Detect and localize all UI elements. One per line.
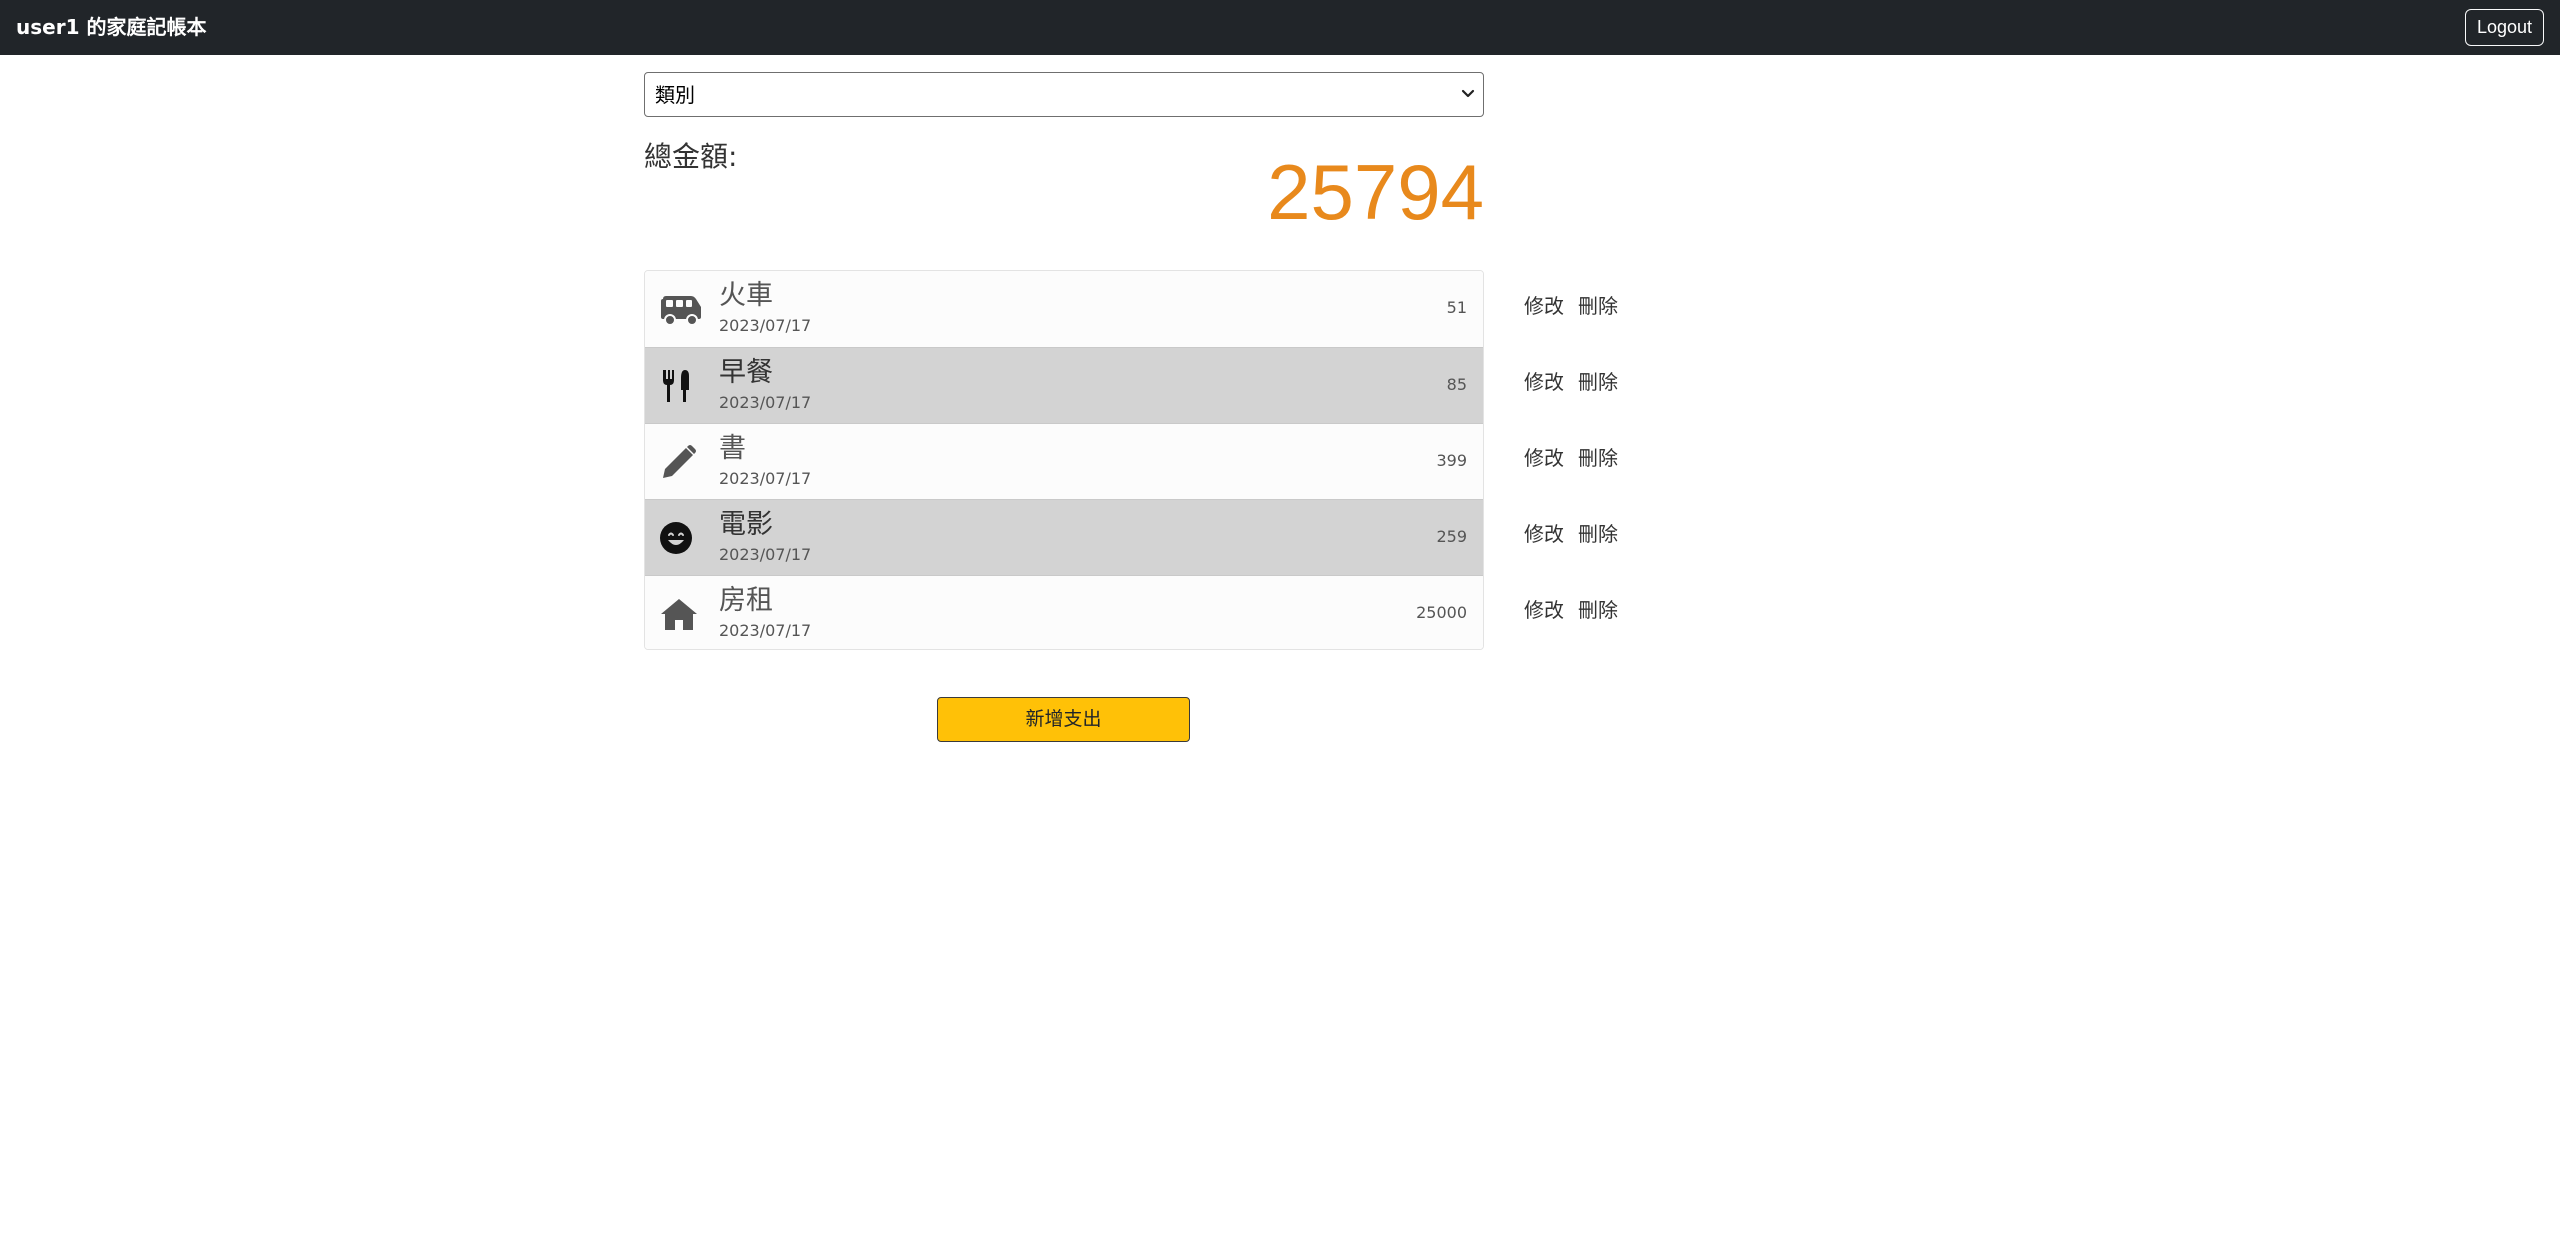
edit-link[interactable]: 修改 xyxy=(1524,368,1564,396)
expense-row: 電影 2023/07/17 259 xyxy=(645,499,1483,575)
expense-date: 2023/07/17 xyxy=(719,621,812,640)
logout-button[interactable]: Logout xyxy=(2465,9,2544,46)
delete-link[interactable]: 刪除 xyxy=(1578,520,1618,548)
expense-date: 2023/07/17 xyxy=(719,545,812,564)
expense-title: 早餐 xyxy=(719,357,773,388)
expense-amount: 25000 xyxy=(1416,603,1467,622)
edit-link[interactable]: 修改 xyxy=(1524,292,1564,320)
pencil-icon xyxy=(663,445,696,478)
smile-icon xyxy=(660,522,692,554)
edit-link[interactable]: 修改 xyxy=(1524,520,1564,548)
row-actions: 修改 刪除 xyxy=(1524,444,1634,474)
expense-title: 書 xyxy=(719,433,746,464)
expense-amount: 51 xyxy=(1446,298,1467,317)
home-icon xyxy=(661,599,697,630)
edit-link[interactable]: 修改 xyxy=(1524,444,1564,472)
delete-link[interactable]: 刪除 xyxy=(1578,596,1618,624)
row-actions: 修改 刪除 xyxy=(1524,520,1634,550)
delete-link[interactable]: 刪除 xyxy=(1578,444,1618,472)
expense-date: 2023/07/17 xyxy=(719,393,812,412)
row-actions: 修改 刪除 xyxy=(1524,292,1634,322)
expense-title: 房租 xyxy=(719,585,773,616)
van-icon xyxy=(661,296,701,326)
expense-row: 房租 2023/07/17 25000 xyxy=(645,575,1483,649)
chevron-down-icon xyxy=(1461,89,1475,98)
category-select-value: 類別 xyxy=(655,83,695,107)
delete-link[interactable]: 刪除 xyxy=(1578,368,1618,396)
delete-link[interactable]: 刪除 xyxy=(1578,292,1618,320)
expense-row: 火車 2023/07/17 51 xyxy=(645,271,1483,347)
utensils-icon xyxy=(663,370,689,402)
expense-amount: 259 xyxy=(1436,527,1467,546)
expense-row: 早餐 2023/07/17 85 xyxy=(645,347,1483,423)
expense-amount: 399 xyxy=(1436,451,1467,470)
app-title: user1 的家庭記帳本 xyxy=(16,15,207,39)
top-navbar: user1 的家庭記帳本 Logout xyxy=(0,0,2560,55)
expense-date: 2023/07/17 xyxy=(719,469,812,488)
total-amount: 25794 xyxy=(1267,148,1484,236)
row-actions: 修改 刪除 xyxy=(1524,368,1634,398)
expense-date: 2023/07/17 xyxy=(719,316,812,335)
expense-list: 火車 2023/07/17 51 早餐 2023/07/17 85 書 2023… xyxy=(644,270,1484,650)
expense-title: 電影 xyxy=(719,509,773,540)
expense-row: 書 2023/07/17 399 xyxy=(645,423,1483,499)
expense-title: 火車 xyxy=(719,280,773,311)
row-actions: 修改 刪除 xyxy=(1524,596,1634,626)
edit-link[interactable]: 修改 xyxy=(1524,596,1564,624)
category-select[interactable]: 類別 xyxy=(644,72,1484,117)
expense-amount: 85 xyxy=(1446,375,1467,394)
add-expense-button[interactable]: 新增支出 xyxy=(937,697,1190,742)
total-label: 總金額: xyxy=(644,140,738,173)
